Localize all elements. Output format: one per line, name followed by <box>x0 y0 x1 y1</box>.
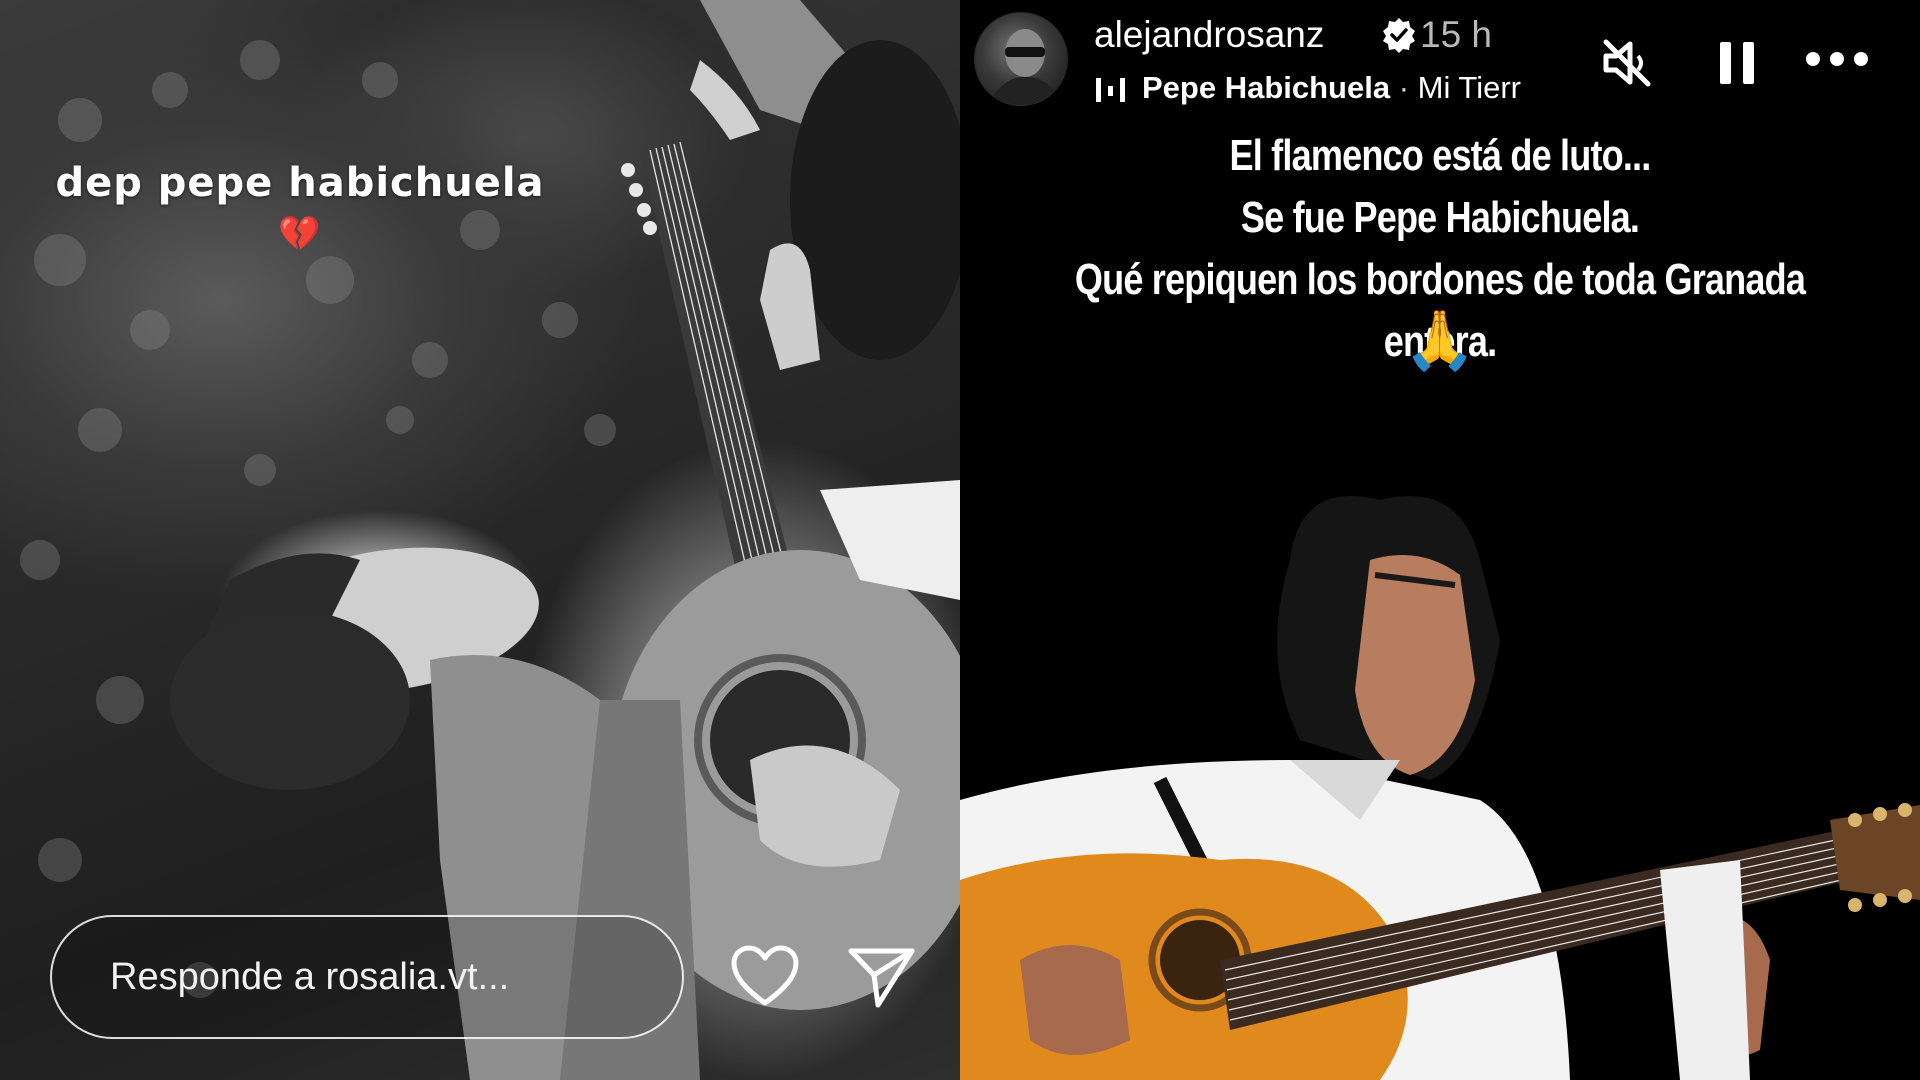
story-text-line: Se fue Pepe Habichuela. <box>1240 193 1640 242</box>
like-button[interactable] <box>730 945 800 1009</box>
story-text-line: El flamenco está de luto... <box>1229 131 1652 180</box>
time-ago: 15 h <box>1420 14 1493 55</box>
broken-heart-emoji: 💔 <box>278 214 321 254</box>
reply-placeholder: Responde a rosalia.vt... <box>110 955 510 998</box>
pause-button[interactable] <box>1714 38 1760 88</box>
username[interactable]: alejandrosanz <box>1094 14 1324 56</box>
song-attribution[interactable]: Pepe Habichuela · Mi Tierr <box>1142 70 1522 112</box>
avatar-image <box>986 29 1063 105</box>
song-subtitle: Mi Tierr <box>1417 70 1521 105</box>
more-options-button[interactable] <box>1804 48 1870 70</box>
praying-hands-emoji: 🙏 <box>1403 306 1477 374</box>
story-left: dep pepe habichuela 💔 Responde a rosalia… <box>0 0 960 1080</box>
speaker-muted-icon <box>1603 39 1651 87</box>
avatar[interactable] <box>974 12 1068 106</box>
more-options-icon <box>1806 52 1868 66</box>
story-header: alejandrosanz 15 h Pepe Habichuela · Mi … <box>960 0 1920 115</box>
send-paper-plane-icon <box>848 948 915 1008</box>
music-bars-icon <box>1096 78 1125 102</box>
story-caption: dep pepe habichuela <box>55 160 545 206</box>
reply-input[interactable]: Responde a rosalia.vt... <box>50 915 684 1039</box>
mute-button[interactable] <box>1600 36 1654 90</box>
verified-badge-icon <box>1383 18 1415 53</box>
pause-icon <box>1720 42 1754 84</box>
song-title: Pepe Habichuela <box>1142 70 1391 105</box>
song-separator: · <box>1390 70 1418 105</box>
send-button[interactable] <box>846 945 916 1009</box>
heart-icon <box>731 945 799 1006</box>
story-right: alejandrosanz 15 h Pepe Habichuela · Mi … <box>960 0 1920 1080</box>
